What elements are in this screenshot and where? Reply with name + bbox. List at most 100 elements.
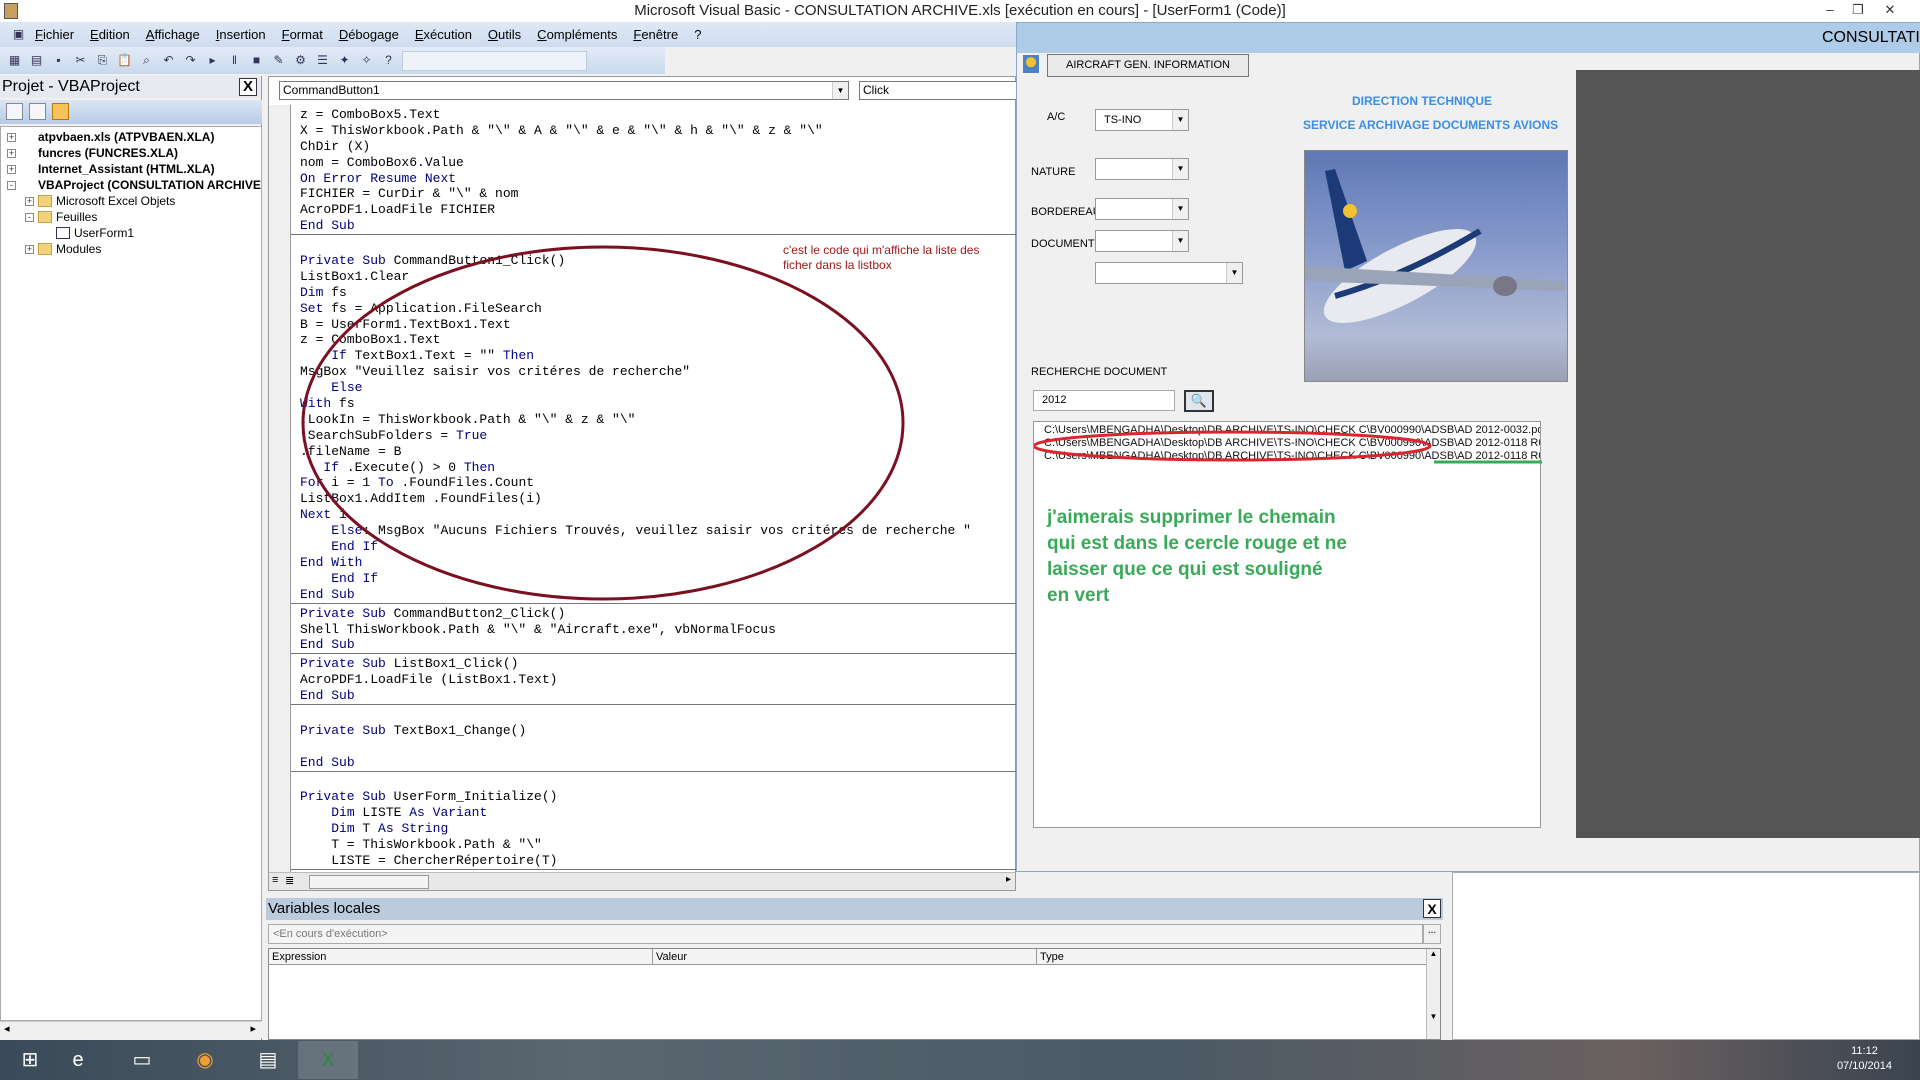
- excel-icon[interactable]: X: [298, 1041, 358, 1079]
- column-type[interactable]: Type: [1037, 949, 1427, 965]
- project-explorer-close-button[interactable]: X: [239, 78, 257, 96]
- code-line[interactable]: End With: [291, 555, 1017, 571]
- vba-app-icon[interactable]: [4, 3, 18, 19]
- code-line[interactable]: .SearchSubFolders = True: [291, 428, 1017, 444]
- menu-affichage[interactable]: Affichage: [138, 27, 208, 42]
- code-line[interactable]: nom = ComboBox6.Value: [291, 155, 1017, 171]
- menu-execution[interactable]: Exécution: [407, 27, 480, 42]
- search-button[interactable]: 🔍: [1184, 390, 1214, 412]
- code-line[interactable]: [291, 739, 1017, 755]
- pdf-viewer[interactable]: [1576, 70, 1920, 838]
- ac-combobox[interactable]: TS-INO ▼: [1095, 109, 1189, 131]
- menu-fichier[interactable]: Fichier: [27, 27, 82, 42]
- redo-icon[interactable]: ↷: [182, 52, 199, 69]
- vba-menu-icon[interactable]: ▣: [10, 26, 27, 43]
- code-line[interactable]: Shell ThisWorkbook.Path & "\" & "Aircraf…: [291, 622, 1017, 638]
- menu-fenetre[interactable]: Fenêtre: [625, 27, 686, 42]
- restore-button[interactable]: ❐: [1844, 0, 1872, 20]
- code-line[interactable]: End Sub: [291, 688, 1017, 704]
- cut-icon[interactable]: ✂: [72, 52, 89, 69]
- view-code-icon[interactable]: [6, 103, 23, 120]
- locals-close-button[interactable]: X: [1423, 899, 1441, 918]
- code-line[interactable]: Dim LISTE As Variant: [291, 805, 1017, 821]
- code-line[interactable]: ChDir (X): [291, 139, 1017, 155]
- column-expression[interactable]: Expression: [269, 949, 653, 965]
- procedure-dropdown[interactable]: Click: [859, 81, 1019, 100]
- toggle-folders-icon[interactable]: [52, 103, 69, 120]
- properties-icon[interactable]: ☰: [314, 52, 331, 69]
- code-line[interactable]: Dim fs: [291, 285, 1017, 301]
- tree-item[interactable]: - VBAProject (CONSULTATION ARCHIVE.xls): [1, 177, 261, 193]
- help-icon[interactable]: ?: [380, 52, 397, 69]
- code-line[interactable]: Else: [291, 380, 1017, 396]
- code-line[interactable]: .fileName = B: [291, 444, 1017, 460]
- code-line[interactable]: If .Execute() > 0 Then: [291, 460, 1017, 476]
- code-line[interactable]: T = ThisWorkbook.Path & "\": [291, 837, 1017, 853]
- undo-icon[interactable]: ↶: [160, 52, 177, 69]
- code-line[interactable]: z = ComboBox1.Text: [291, 332, 1017, 348]
- menu-insertion[interactable]: Insertion: [208, 27, 274, 42]
- code-line[interactable]: AcroPDF1.LoadFile (ListBox1.Text): [291, 672, 1017, 688]
- excel-icon[interactable]: ▦: [6, 52, 23, 69]
- project-explorer-icon[interactable]: ⚙: [292, 52, 309, 69]
- code-line[interactable]: End If: [291, 571, 1017, 587]
- code-line[interactable]: [291, 707, 1017, 723]
- code-line[interactable]: Next i: [291, 507, 1017, 523]
- minimize-button[interactable]: –: [1816, 0, 1844, 20]
- tree-item[interactable]: + funcres (FUNCRES.XLA): [1, 145, 261, 161]
- code-line[interactable]: Set fs = Application.FileSearch: [291, 301, 1017, 317]
- chevron-down-icon[interactable]: ▼: [1172, 159, 1188, 179]
- find-icon[interactable]: ⌕: [138, 52, 155, 69]
- bordereau-combobox[interactable]: ▼: [1095, 198, 1189, 220]
- call-stack-button[interactable]: ...: [1423, 924, 1441, 944]
- pause-icon[interactable]: ‖: [226, 52, 243, 69]
- chevron-down-icon[interactable]: ▼: [1172, 231, 1188, 251]
- stop-icon[interactable]: ■: [248, 52, 265, 69]
- chevron-down-icon[interactable]: ▼: [832, 82, 848, 99]
- tree-item[interactable]: + Internet_Assistant (HTML.XLA): [1, 161, 261, 177]
- chevron-down-icon[interactable]: ▼: [1226, 263, 1242, 283]
- code-line[interactable]: AcroPDF1.LoadFile FICHIER: [291, 202, 1017, 218]
- object-dropdown[interactable]: CommandButton1 ▼: [279, 81, 849, 100]
- object-browser-icon[interactable]: ✦: [336, 52, 353, 69]
- tree-item[interactable]: + atpvbaen.xls (ATPVBAEN.XLA): [1, 129, 261, 145]
- code-line[interactable]: LISTE = ChercherRépertoire(T): [291, 853, 1017, 869]
- code-line[interactable]: Else: MsgBox "Aucuns Fichiers Trouvés, v…: [291, 523, 1017, 539]
- vba-icon[interactable]: ▤: [238, 1041, 298, 1079]
- expand-icon[interactable]: +: [7, 148, 16, 158]
- code-line[interactable]: Private Sub CommandButton2_Click(): [291, 606, 1017, 622]
- chevron-down-icon[interactable]: ▼: [1172, 199, 1188, 219]
- code-line[interactable]: For i = 1 To .FoundFiles.Count: [291, 475, 1017, 491]
- extra-combobox[interactable]: ▼: [1095, 262, 1243, 284]
- search-input[interactable]: 2012: [1033, 390, 1175, 411]
- code-line[interactable]: End Sub: [291, 218, 1017, 234]
- insert-icon[interactable]: ▤: [28, 52, 45, 69]
- menu-edition[interactable]: Edition: [82, 27, 138, 42]
- code-line[interactable]: X = ThisWorkbook.Path & "\" & A & "\" & …: [291, 123, 1017, 139]
- toolbox-icon[interactable]: ✧: [358, 52, 375, 69]
- expand-icon[interactable]: +: [25, 244, 34, 254]
- expand-icon[interactable]: +: [25, 196, 34, 206]
- tree-item[interactable]: - Feuilles: [1, 209, 261, 225]
- document-combobox[interactable]: ▼: [1095, 230, 1189, 252]
- expand-icon[interactable]: +: [7, 164, 16, 174]
- collapse-icon[interactable]: -: [25, 212, 34, 222]
- procedure-view-icon[interactable]: ≡: [272, 874, 278, 886]
- tree-item[interactable]: UserForm1: [1, 225, 261, 241]
- code-line[interactable]: Private Sub ListBox1_Click(): [291, 656, 1017, 672]
- project-tree-scrollbar[interactable]: ◂ ▸: [0, 1021, 262, 1038]
- close-button[interactable]: ✕: [1876, 0, 1904, 20]
- code-line[interactable]: Private Sub UserForm_Initialize(): [291, 789, 1017, 805]
- nature-combobox[interactable]: ▼: [1095, 158, 1189, 180]
- code-line[interactable]: FICHIER = CurDir & "\" & nom: [291, 186, 1017, 202]
- full-module-view-icon[interactable]: ≣: [285, 874, 294, 887]
- code-line[interactable]: If TextBox1.Text = "" Then: [291, 348, 1017, 364]
- code-line[interactable]: End Sub: [291, 587, 1017, 603]
- code-line[interactable]: Private Sub TextBox1_Change(): [291, 723, 1017, 739]
- column-value[interactable]: Valeur: [653, 949, 1037, 965]
- app-icon[interactable]: ◉: [175, 1041, 235, 1079]
- code-line[interactable]: MsgBox "Veuillez saisir vos critéres de …: [291, 364, 1017, 380]
- scroll-right-icon[interactable]: ▸: [1006, 874, 1011, 885]
- paste-icon[interactable]: 📋: [116, 52, 133, 69]
- scrollbar-thumb[interactable]: [309, 875, 429, 889]
